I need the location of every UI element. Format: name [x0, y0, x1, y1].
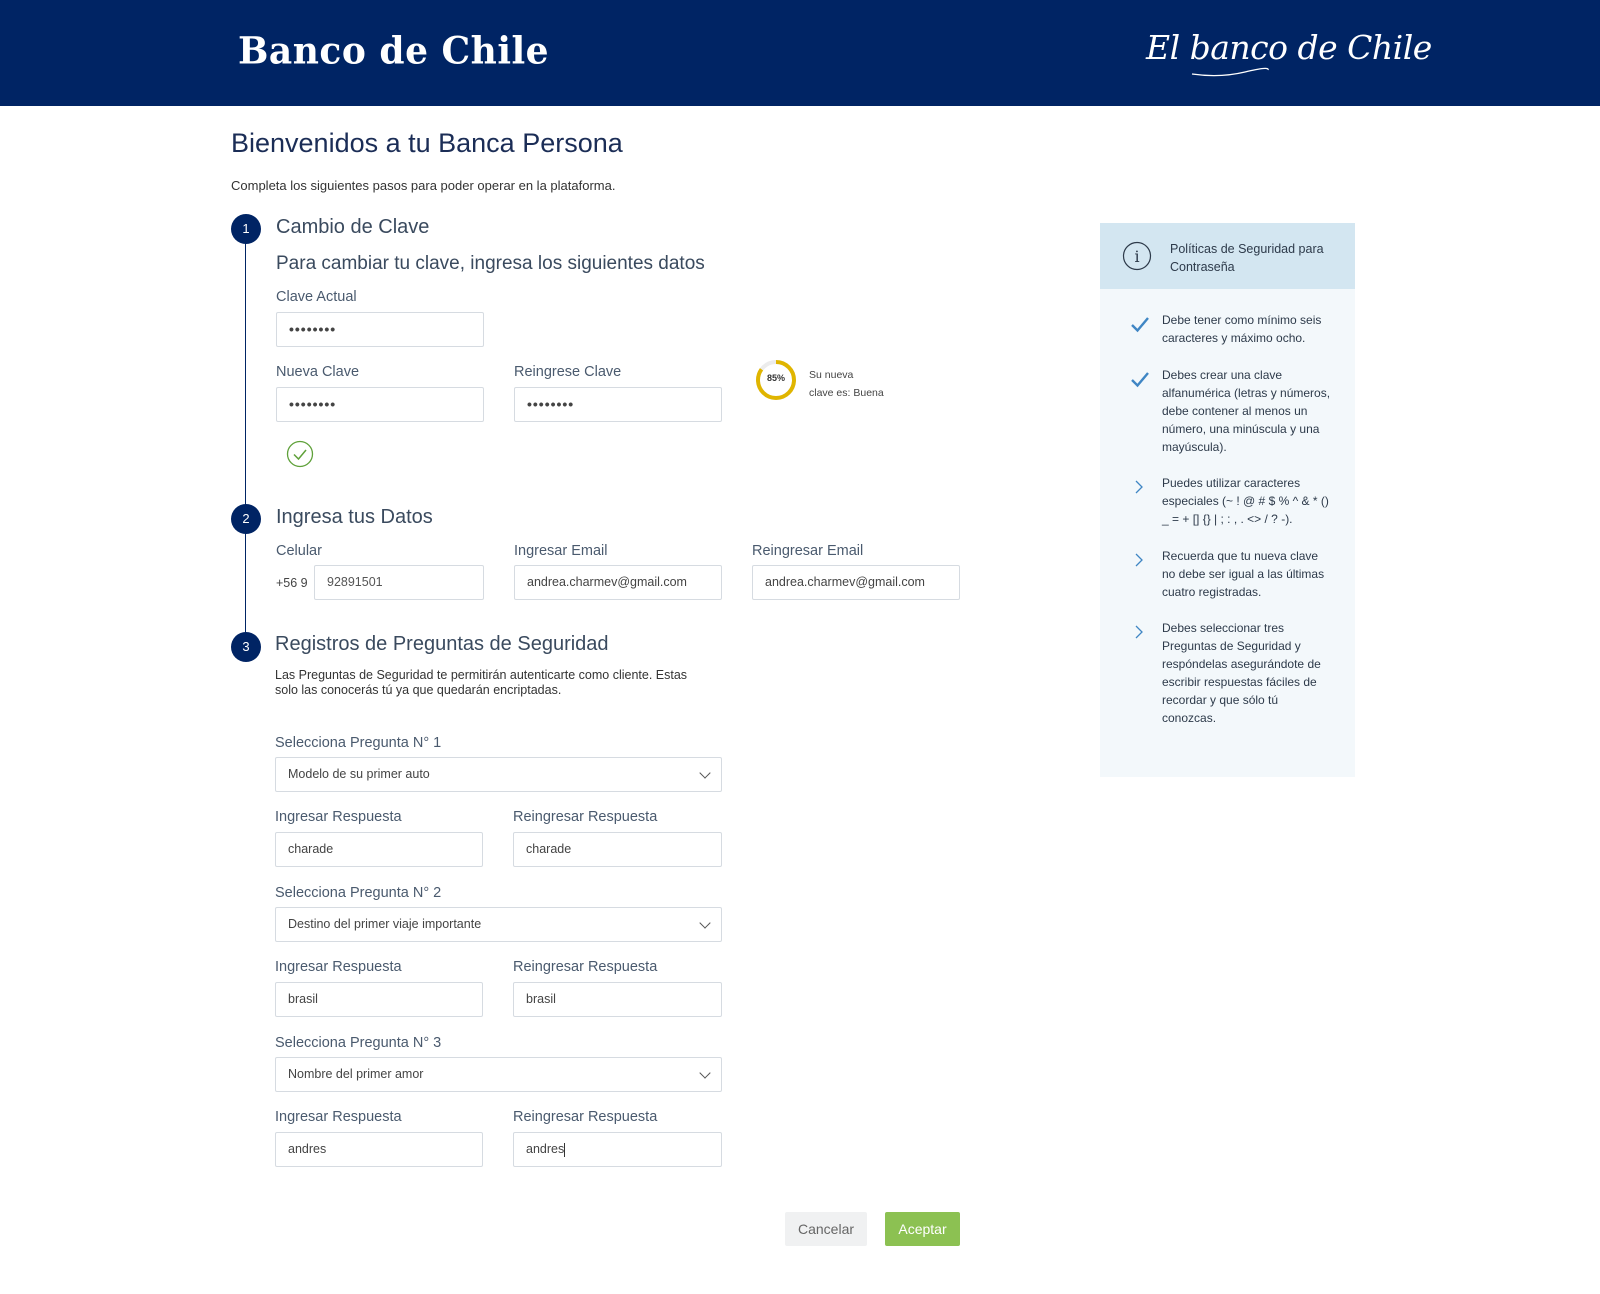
security-policy-title-line1: Políticas de Seguridad para [1170, 242, 1324, 256]
security-rule-line: número, una minúscula y una [1162, 422, 1320, 436]
question-2-selected: Destino del primer viaje importante [288, 917, 482, 931]
question-3-select[interactable]: Nombre del primer amor [275, 1057, 722, 1092]
chevron-down-icon [699, 1067, 711, 1079]
svg-text:i: i [1134, 247, 1139, 266]
security-rule-line: _ = + [] {} | ; : , . <> / ? -). [1162, 512, 1293, 526]
reanswer-2-label: Reingresar Respuesta [513, 959, 658, 975]
question-3-label: Selecciona Pregunta N° 3 [275, 1035, 442, 1051]
security-policy-title: Políticas de Seguridad para Contraseña [1170, 240, 1324, 276]
security-rule-line: Debes crear una clave [1162, 368, 1283, 382]
question-1-select[interactable]: Modelo de su primer auto [275, 757, 722, 792]
security-policy-title-line2: Contraseña [1170, 260, 1235, 274]
security-rule-line: Debe tener como mínimo seis [1162, 313, 1322, 327]
security-rule-line: caracteres y máximo ocho. [1162, 331, 1306, 345]
step-3-desc-line2: solo las conocerás tú ya que quedarán en… [275, 683, 562, 697]
reanswer-1-input[interactable]: charade [513, 832, 722, 867]
text-cursor [564, 1142, 566, 1157]
security-rule-line: debe contener al menos un [1162, 404, 1308, 418]
password-strength-text: Su nueva clave es: Buena [809, 366, 884, 402]
security-rule-line: no debe ser igual a las últimas [1162, 567, 1325, 581]
repeat-password-label: Reingrese Clave [514, 364, 622, 380]
phone-prefix: +56 9 [276, 576, 308, 590]
chevron-down-icon [699, 917, 711, 929]
header-bar: Banco de Chile El banco de Chile [0, 0, 1600, 106]
question-1-label: Selecciona Pregunta N° 1 [275, 735, 442, 751]
security-rule-text: Puedes utilizar caracteres especiales (~ … [1162, 474, 1342, 528]
step-2-badge: 2 [231, 504, 261, 534]
step-3-badge: 3 [231, 632, 261, 662]
reanswer-3-value: andres [526, 1142, 565, 1156]
email-input[interactable]: andrea.charmev@gmail.com [514, 565, 722, 600]
answer-1-input[interactable]: charade [275, 832, 483, 867]
security-rule-line: escribir respuestas fáciles de [1162, 675, 1317, 689]
chevron-right-icon [1135, 625, 1143, 639]
phone-label: Celular [276, 543, 322, 559]
question-2-select[interactable]: Destino del primer viaje importante [275, 907, 722, 942]
answer-1-label: Ingresar Respuesta [275, 809, 402, 825]
chevron-down-icon [699, 767, 711, 779]
question-2-label: Selecciona Pregunta N° 2 [275, 885, 442, 901]
security-rule-line: respóndelas asegurándote de [1162, 657, 1321, 671]
page-title: Bienvenidos a tu Banca Persona [231, 128, 623, 158]
tagline-logo: El banco de Chile [1146, 28, 1432, 67]
step-3-desc-line1: Las Preguntas de Seguridad te permitirán… [275, 668, 688, 682]
security-policy-panel: i Políticas de Seguridad para Contraseña… [1100, 223, 1355, 777]
repeat-password-input[interactable]: •••••••• [514, 387, 722, 422]
step-3-description: Las Preguntas de Seguridad te permitirán… [275, 668, 687, 698]
email-confirm-label: Reingresar Email [752, 543, 864, 559]
email-confirm-input[interactable]: andrea.charmev@gmail.com [752, 565, 960, 600]
security-policy-header: i Políticas de Seguridad para Contraseña [1100, 223, 1355, 289]
step-1-subtitle: Para cambiar tu clave, ingresa los sigui… [276, 253, 705, 274]
chevron-right-icon [1135, 553, 1143, 567]
new-password-input[interactable]: •••••••• [276, 387, 484, 422]
new-password-label: Nueva Clave [276, 364, 360, 380]
answer-3-label: Ingresar Respuesta [275, 1109, 402, 1125]
security-rule-line: Debes seleccionar tres [1162, 621, 1285, 635]
chevron-right-icon [1135, 480, 1143, 494]
accept-button[interactable]: Aceptar [885, 1212, 960, 1246]
security-rule-line: recordar y que sólo tú [1162, 693, 1279, 707]
security-rule-text: Debes seleccionar tres Preguntas de Segur… [1162, 619, 1342, 727]
tagline-flourish-icon [1191, 67, 1269, 77]
security-rule-text: Recuerda que tu nueva clave no debe ser i… [1162, 547, 1342, 601]
answer-3-input[interactable]: andres [275, 1132, 483, 1167]
reanswer-3-input[interactable]: andres [513, 1132, 722, 1167]
reanswer-1-label: Reingresar Respuesta [513, 809, 658, 825]
answer-2-label: Ingresar Respuesta [275, 959, 402, 975]
reanswer-3-label: Reingresar Respuesta [513, 1109, 658, 1125]
email-label: Ingresar Email [514, 543, 608, 559]
security-rule-line: Puedes utilizar caracteres [1162, 476, 1301, 490]
step-1-title: Cambio de Clave [276, 216, 430, 238]
security-rule-line: cuatro registradas. [1162, 585, 1262, 599]
check-icon [1131, 317, 1149, 333]
security-rule-line: conozcas. [1162, 711, 1217, 725]
password-strength-percent: 85% [766, 373, 785, 383]
security-rule-line: Preguntas de Seguridad y [1162, 639, 1301, 653]
password-strength-line2: clave es: Buena [809, 387, 884, 399]
check-icon [1131, 372, 1149, 388]
question-1-selected: Modelo de su primer auto [288, 767, 430, 781]
phone-input[interactable]: 92891501 [314, 565, 484, 600]
security-rule-line: Recuerda que tu nueva clave [1162, 549, 1319, 563]
password-match-check-icon [286, 440, 314, 468]
page-subtitle: Completa los siguientes pasos para poder… [231, 178, 616, 193]
step-3-title: Registros de Preguntas de Seguridad [275, 633, 609, 655]
cancel-button[interactable]: Cancelar [785, 1212, 867, 1246]
security-rule-line: mayúscula). [1162, 440, 1227, 454]
reanswer-2-input[interactable]: brasil [513, 982, 722, 1017]
steps-timeline [245, 228, 246, 660]
security-rule-text: Debe tener como mínimo seis caracteres y … [1162, 311, 1342, 347]
security-rule-text: Debes crear una clave alfanumérica (letra… [1162, 366, 1342, 456]
answer-2-input[interactable]: brasil [275, 982, 483, 1017]
security-rule-line: especiales (~ ! @ # $ % ^ & * () [1162, 494, 1329, 508]
question-3-selected: Nombre del primer amor [288, 1067, 424, 1081]
security-rule-line: alfanumérica (letras y números, [1162, 386, 1331, 400]
bank-logo[interactable]: Banco de Chile [238, 29, 549, 73]
current-password-input[interactable]: •••••••• [276, 312, 484, 347]
current-password-label: Clave Actual [276, 289, 357, 305]
step-1-badge: 1 [231, 214, 261, 244]
info-icon: i [1122, 241, 1152, 271]
step-2-title: Ingresa tus Datos [276, 506, 433, 528]
password-strength-line1: Su nueva [809, 369, 854, 381]
